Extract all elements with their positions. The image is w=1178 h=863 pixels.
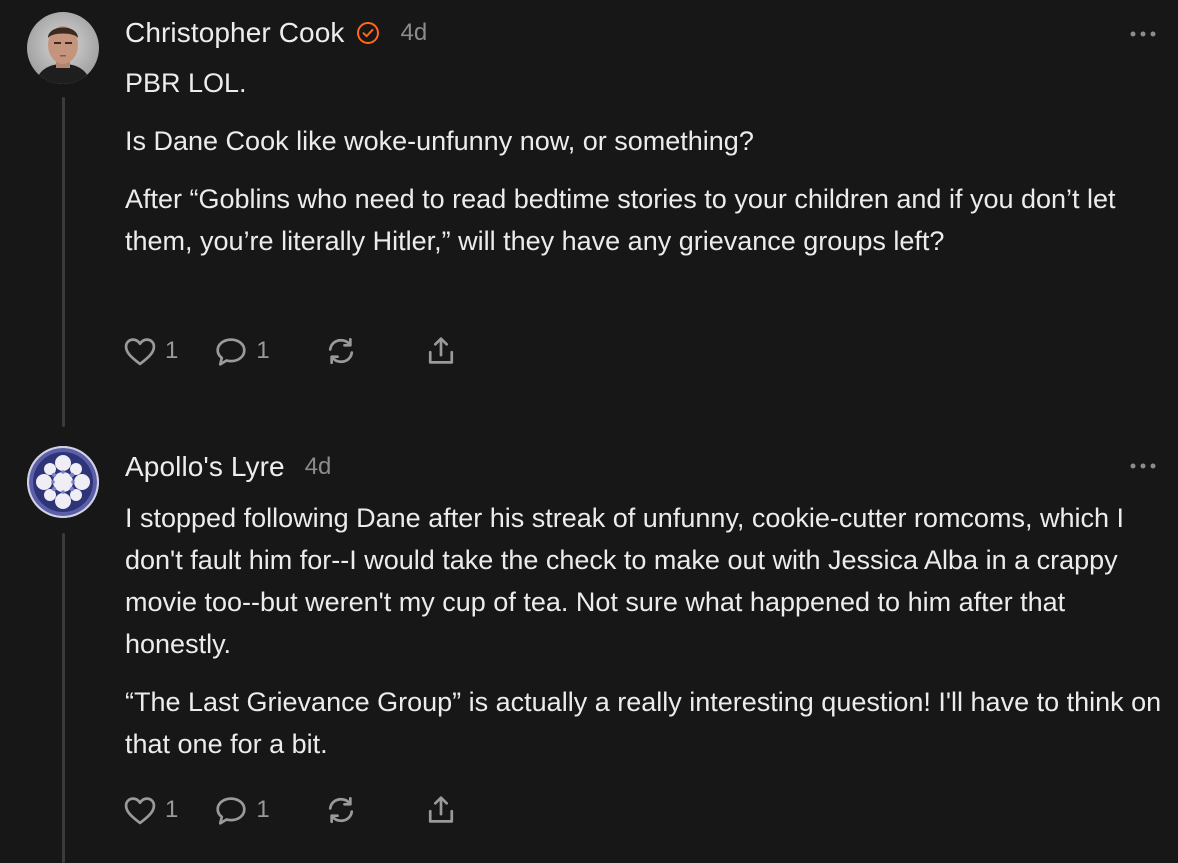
timestamp[interactable]: 4d: [305, 453, 332, 481]
comment-header: Apollo's Lyre 4d: [125, 447, 331, 487]
restack-button[interactable]: [322, 791, 360, 829]
comment-icon: [216, 797, 247, 825]
like-count: 1: [165, 796, 179, 823]
avatar[interactable]: [27, 12, 99, 84]
avatar-photo: [27, 12, 99, 84]
thread-line: [62, 533, 65, 863]
thread-line: [62, 97, 65, 427]
like-button[interactable]: 1: [121, 791, 178, 829]
comment-paragraph: “The Last Grievance Group” is actually a…: [125, 687, 1162, 759]
restack-button[interactable]: [322, 332, 360, 370]
comment-paragraph: Is Dane Cook like woke-unfunny now, or s…: [125, 126, 754, 156]
share-button[interactable]: [422, 332, 460, 370]
comment-actions: 1 1: [121, 331, 494, 371]
comment-actions: 1 1: [121, 790, 494, 830]
reply-button[interactable]: 1: [212, 791, 270, 829]
comment-paragraph: PBR LOL.: [125, 68, 247, 98]
avatar-fractal-pattern: [27, 446, 99, 518]
restack-icon: [328, 337, 353, 365]
reply-count: 1: [256, 796, 270, 823]
more-icon[interactable]: [1128, 459, 1158, 473]
share-icon: [428, 337, 453, 364]
comment-body: PBR LOL. Is Dane Cook like woke-unfunny …: [125, 62, 1165, 278]
reply-count: 1: [256, 337, 270, 364]
comment-paragraph: I stopped following Dane after his strea…: [125, 503, 1124, 659]
timestamp[interactable]: 4d: [400, 19, 427, 47]
more-icon[interactable]: [1128, 27, 1158, 41]
share-button[interactable]: [422, 791, 460, 829]
heart-icon: [124, 797, 156, 825]
author-name[interactable]: Christopher Cook: [125, 17, 344, 49]
comment-body: I stopped following Dane after his strea…: [125, 497, 1170, 781]
restack-icon: [328, 796, 353, 824]
avatar[interactable]: [27, 446, 99, 518]
like-button[interactable]: 1: [121, 332, 178, 370]
reply-button[interactable]: 1: [212, 332, 270, 370]
heart-icon: [124, 338, 156, 366]
comment-icon: [216, 338, 247, 366]
comment-header: Christopher Cook 4d: [125, 13, 427, 53]
share-icon: [428, 796, 453, 823]
author-name[interactable]: Apollo's Lyre: [125, 451, 285, 483]
verified-badge-icon: [356, 21, 380, 45]
like-count: 1: [165, 337, 179, 364]
comment-paragraph: After “Goblins who need to read bedtime …: [125, 184, 1116, 256]
